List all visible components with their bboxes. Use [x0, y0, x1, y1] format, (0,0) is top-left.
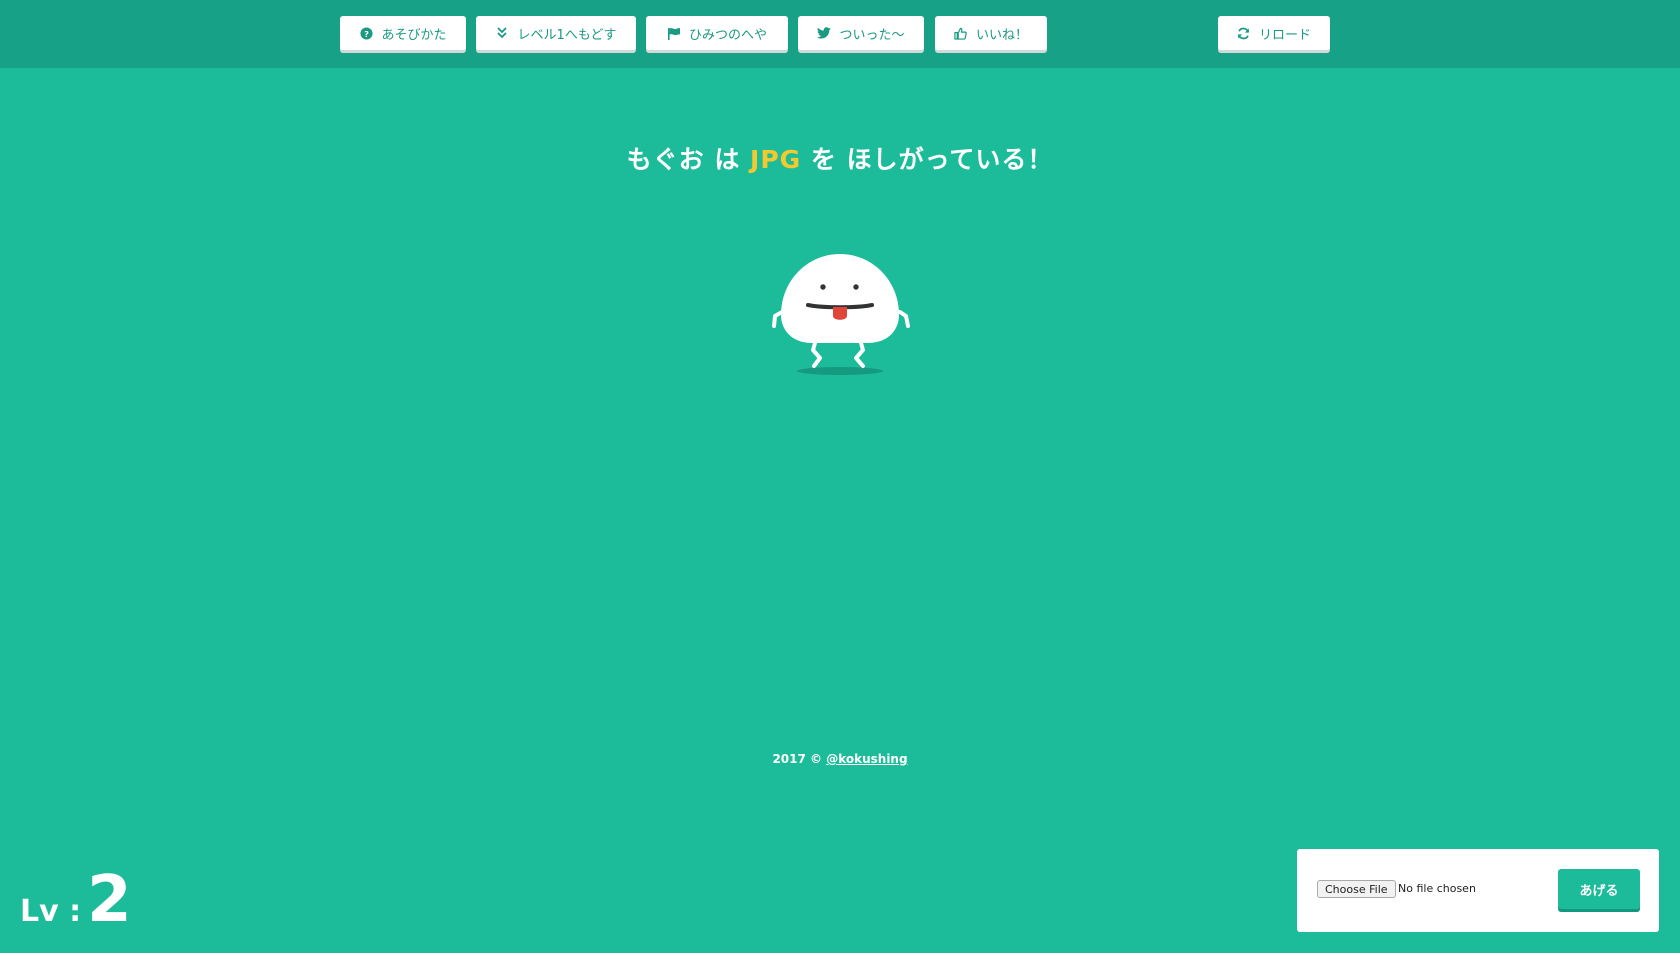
mascot-left-arm [772, 310, 784, 328]
mascot-left-eye [820, 284, 826, 290]
reload-label: リロード [1258, 27, 1311, 43]
mogu-mascot [770, 250, 912, 380]
thumbs-up-icon [954, 26, 968, 40]
like-label: いいね！ [975, 27, 1028, 43]
mascot-body [781, 254, 899, 343]
secret-room-label: ひみつのへや [688, 27, 767, 43]
file-status-text: No file chosen [1398, 882, 1476, 895]
wanted-file-type: JPG [750, 145, 802, 174]
level-value: 2 [87, 863, 132, 937]
mascot-tongue [833, 307, 847, 320]
level-label: Lv : [20, 894, 82, 929]
twitter-bird-icon [817, 26, 832, 40]
choose-file-button[interactable]: Choose File [1317, 880, 1396, 898]
request-headline: もぐお は JPG を ほしがっている！ [0, 140, 1680, 176]
like-button[interactable]: いいね！ [935, 16, 1047, 50]
tweet-button[interactable]: ついった〜 [798, 16, 924, 50]
upload-panel: Choose File No file chosen あげる [1297, 849, 1659, 932]
secret-room-button[interactable]: ひみつのへや [646, 16, 788, 50]
footer-text: 2017 © [772, 752, 827, 766]
reset-level-button[interactable]: レベル1へもどす [476, 16, 636, 50]
author-link[interactable]: @kokushing [826, 752, 907, 766]
refresh-icon [1237, 26, 1251, 40]
give-button[interactable]: あげる [1558, 869, 1640, 909]
tweet-label: ついった〜 [839, 27, 905, 43]
mascot-mouth [806, 303, 874, 310]
mascot-shadow [797, 367, 883, 375]
level-indicator: Lv : 2 [20, 868, 132, 932]
mascot-right-arm [898, 310, 910, 328]
double-chevron-down-icon [495, 26, 509, 40]
top-navigation-bar: ? あそびかた レベル1へもどす ひみつのへや ついった〜 いいね！ リロード [0, 0, 1680, 68]
headline-prefix: もぐお は [626, 145, 751, 174]
reload-button[interactable]: リロード [1218, 16, 1330, 50]
mascot-right-eye [853, 284, 859, 290]
flag-icon [667, 26, 681, 40]
reset-level-label: レベル1へもどす [517, 27, 617, 43]
howto-button[interactable]: ? あそびかた [340, 16, 466, 50]
howto-label: あそびかた [381, 27, 447, 43]
footer-credit: 2017 © @kokushing [0, 752, 1680, 766]
headline-suffix: を ほしがっている！ [801, 145, 1054, 174]
svg-text:?: ? [364, 28, 369, 38]
question-circle-icon: ? [359, 26, 373, 40]
